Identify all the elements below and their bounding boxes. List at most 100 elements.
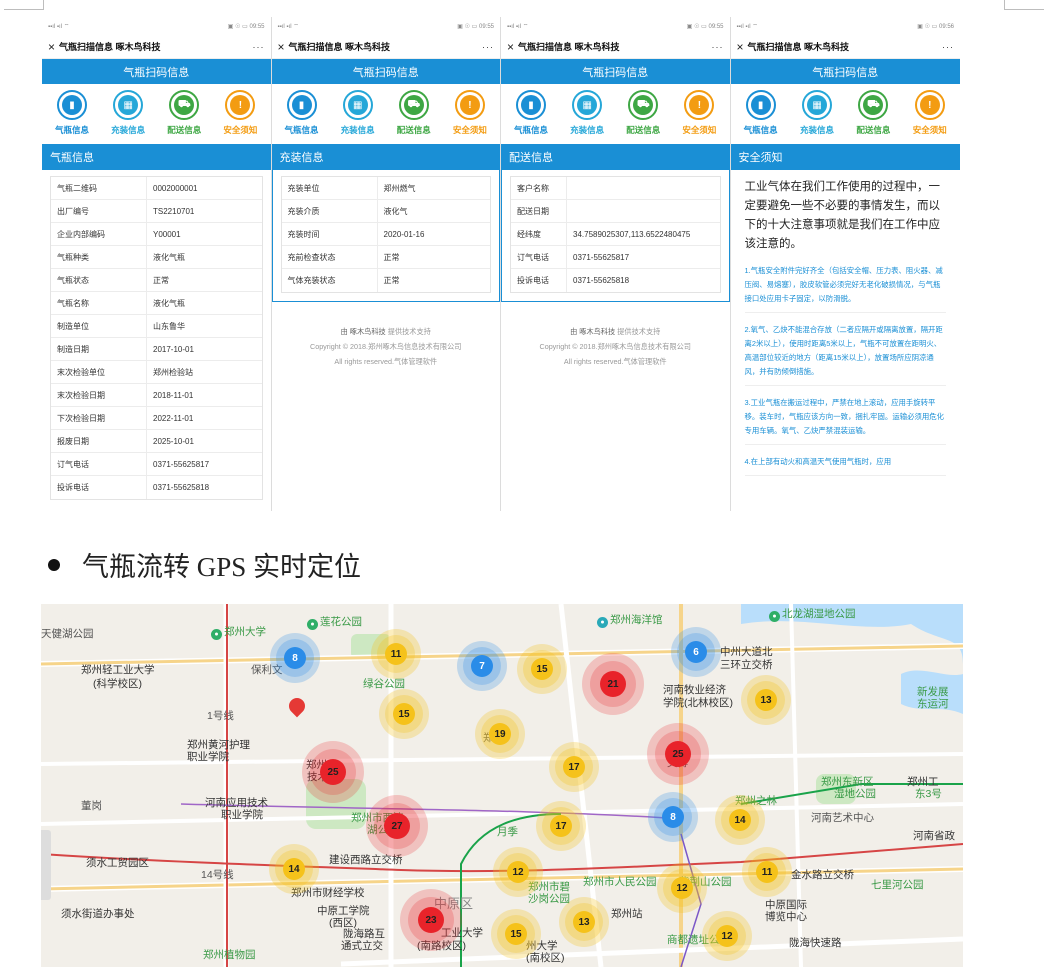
map-side-toggle[interactable] xyxy=(41,830,51,900)
poi-text: 新发展 xyxy=(917,686,949,698)
map-poi-label[interactable]: 河南牧业经济 xyxy=(663,684,726,696)
tab-delivery-info[interactable]: ⛟ 配送信息 xyxy=(386,90,441,142)
tab-filling-info[interactable]: ▦ 充装信息 xyxy=(560,90,615,142)
map-poi-label[interactable]: 须水工贸园区 xyxy=(86,857,149,869)
tab-safety-notice[interactable]: ! 安全须知 xyxy=(672,90,727,142)
map-poi-label[interactable]: 学院(北林校区) xyxy=(663,697,733,709)
tab-delivery-info[interactable]: ⛟ 配送信息 xyxy=(157,90,212,142)
map-cluster-marker[interactable]: 6 xyxy=(671,627,721,677)
tab-cylinder-info[interactable]: ▮ 气瓶信息 xyxy=(504,90,559,142)
map-poi-label[interactable]: ● 郑州海洋馆 xyxy=(597,614,663,628)
map-poi-label[interactable]: ● 北龙湖湿地公园 xyxy=(769,608,856,622)
gps-map[interactable]: ● 郑州大学 ● 莲花公园 ● 郑州海洋馆 ● 北龙湖湿地公园天健湖公园郑州轻工业大学 (科学校… xyxy=(41,604,963,967)
map-cluster-marker[interactable]: 12 xyxy=(657,863,707,913)
tab-delivery-info[interactable]: ⛟ 配送信息 xyxy=(846,90,901,142)
map-cluster-marker[interactable]: 15 xyxy=(491,909,541,959)
map-poi-label[interactable]: (科学校区) xyxy=(93,678,142,690)
map-cluster-marker[interactable]: 15 xyxy=(517,644,567,694)
map-poi-label[interactable]: 金水路立交桥 xyxy=(791,869,854,881)
map-cluster-marker[interactable]: 8 xyxy=(648,792,698,842)
more-menu-icon[interactable]: ··· xyxy=(482,42,494,52)
map-poi-label[interactable]: 沙岗公园 xyxy=(528,893,570,905)
map-cluster-marker[interactable]: 27 xyxy=(366,795,428,857)
map-poi-label[interactable]: 陇海快速路 xyxy=(789,937,842,949)
tab-delivery-info[interactable]: ⛟ 配送信息 xyxy=(616,90,671,142)
map-poi-label[interactable]: 湿地公园 xyxy=(834,788,876,800)
map-cluster-marker[interactable]: 14 xyxy=(715,795,765,845)
map-cluster-marker[interactable]: 13 xyxy=(559,897,609,947)
tab-safety-notice[interactable]: ! 安全须知 xyxy=(442,90,497,142)
map-poi-label[interactable]: 河南艺术中心 xyxy=(811,812,874,824)
map-poi-label[interactable]: 1号线 xyxy=(207,710,234,722)
tab-safety-notice[interactable]: ! 安全须知 xyxy=(902,90,957,142)
map-poi-label[interactable]: 郑州东新区 xyxy=(821,776,874,788)
map-poi-label[interactable]: 中原国际 xyxy=(765,899,807,911)
map-cluster-marker[interactable]: 25 xyxy=(302,741,364,803)
map-poi-label[interactable]: 新发展 xyxy=(917,686,949,698)
tab-filling-info[interactable]: ▦ 充装信息 xyxy=(101,90,156,142)
map-poi-label[interactable]: 七里河公园 xyxy=(871,879,924,891)
more-menu-icon[interactable]: ··· xyxy=(942,42,954,52)
map-poi-label[interactable]: 须水街道办事处 xyxy=(61,908,135,920)
map-poi-label[interactable]: 河南应用技术 xyxy=(205,797,268,809)
cluster-count: 25 xyxy=(665,741,691,767)
map-poi-label[interactable]: 郑州工 xyxy=(907,776,939,788)
tab-filling-info[interactable]: ▦ 充装信息 xyxy=(790,90,845,142)
map-poi-label[interactable]: 三环立交桥 xyxy=(720,659,773,671)
map-poi-label[interactable]: 郑州站 xyxy=(611,908,643,920)
map-cluster-marker[interactable]: 13 xyxy=(741,675,791,725)
map-cluster-marker[interactable]: 8 xyxy=(270,633,320,683)
map-poi-label[interactable]: 郑州植物园 xyxy=(203,949,256,961)
map-poi-label[interactable]: 天健湖公园 xyxy=(41,628,94,640)
map-cluster-marker[interactable]: 7 xyxy=(457,641,507,691)
map-cluster-marker[interactable]: 19 xyxy=(475,709,525,759)
tab-cylinder-info[interactable]: ▮ 气瓶信息 xyxy=(733,90,788,142)
close-icon[interactable]: × xyxy=(507,40,514,54)
map-poi-label[interactable]: 14号线 xyxy=(201,869,234,881)
map-poi-label[interactable]: 郑州轻工业大学 xyxy=(81,664,155,676)
map-cluster-marker[interactable]: 23 xyxy=(400,889,462,951)
map-cluster-marker[interactable]: 14 xyxy=(269,844,319,894)
tab-cylinder-info[interactable]: ▮ 气瓶信息 xyxy=(45,90,100,142)
map-cluster-marker[interactable]: 12 xyxy=(493,847,543,897)
map-poi-label[interactable]: 绿谷公园 xyxy=(363,678,405,690)
map-poi-label[interactable]: 东运河 xyxy=(917,698,949,710)
map-poi-label[interactable]: 月季 xyxy=(497,826,518,838)
map-poi-label[interactable]: 职业学院 xyxy=(221,809,263,821)
map-poi-label[interactable]: 河南省政 xyxy=(913,830,955,842)
map-poi-label[interactable]: ● 莲花公园 xyxy=(307,616,362,630)
tab-cylinder-info[interactable]: ▮ 气瓶信息 xyxy=(274,90,329,142)
map-cluster-marker[interactable]: 11 xyxy=(742,847,792,897)
map-poi-label[interactable]: (南校区) xyxy=(526,952,565,964)
map-poi-label[interactable]: 职业学院 xyxy=(187,751,229,763)
map-cluster-marker[interactable]: 15 xyxy=(379,689,429,739)
close-icon[interactable]: × xyxy=(278,40,285,54)
map-cluster-marker[interactable]: 17 xyxy=(549,742,599,792)
more-menu-icon[interactable]: ··· xyxy=(253,42,265,52)
map-poi-label[interactable]: 通式立交 xyxy=(341,940,383,952)
map-poi-label[interactable]: 陇海路互 xyxy=(343,928,385,940)
more-menu-icon[interactable]: ··· xyxy=(712,42,724,52)
map-poi-label[interactable]: 郑州市人民公园 xyxy=(583,876,657,888)
footer: 由 啄木鸟科技 提供技术支持 Copyright © 2018.郑州啄木鸟信息技… xyxy=(272,324,501,369)
map-poi-label[interactable]: 郑州黄河护理 xyxy=(187,739,250,751)
close-icon[interactable]: × xyxy=(48,40,55,54)
footer-brand[interactable]: 由 啄木鸟科技 xyxy=(341,327,386,336)
tab-safety-notice[interactable]: ! 安全须知 xyxy=(213,90,268,142)
map-poi-label[interactable]: 东3号 xyxy=(915,788,942,800)
map-poi-label[interactable]: 中原工学院 xyxy=(317,905,370,917)
map-cluster-marker[interactable]: 12 xyxy=(702,911,752,961)
map-poi-label[interactable]: ● 郑州大学 xyxy=(211,626,266,640)
map-cluster-marker[interactable]: 21 xyxy=(582,653,644,715)
map-cluster-marker[interactable]: 17 xyxy=(536,801,586,851)
map-poi-label[interactable]: 董岗 xyxy=(81,800,102,812)
footer-brand[interactable]: 由 啄木鸟科技 xyxy=(570,327,615,336)
tab-filling-info[interactable]: ▦ 充装信息 xyxy=(330,90,385,142)
map-cluster-marker[interactable]: 25 xyxy=(647,723,709,785)
map-poi-label[interactable]: 中州大道北 xyxy=(720,646,773,658)
map-cluster-marker[interactable]: 11 xyxy=(371,629,421,679)
info-table: 充装单位 郑州燃气 充装介质 液化气 充装时间 2020-01-16 充前检查状态 正常 气体充… xyxy=(280,176,491,293)
cluster-count: 11 xyxy=(756,861,778,883)
map-poi-label[interactable]: 博览中心 xyxy=(765,911,807,923)
close-icon[interactable]: × xyxy=(737,40,744,54)
